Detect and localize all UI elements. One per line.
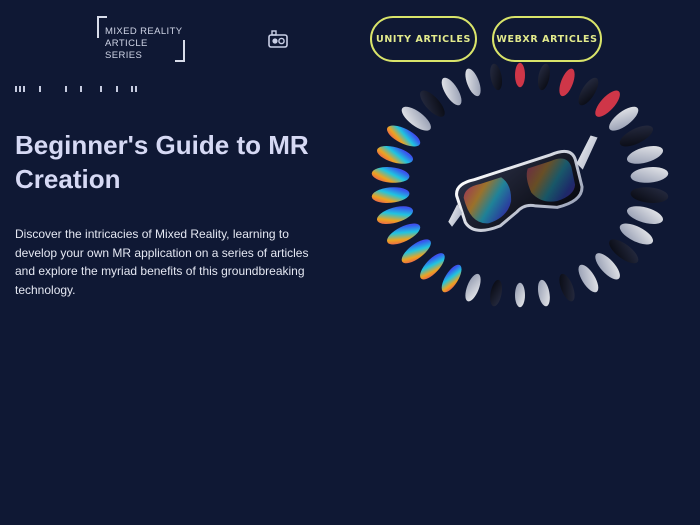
ring-disc — [626, 145, 664, 164]
ring-disc — [578, 264, 599, 293]
ring-disc — [441, 264, 462, 293]
decorative-ticks — [15, 86, 137, 92]
ring-disc — [465, 68, 481, 97]
ring-disc — [371, 187, 410, 203]
ring-disc — [537, 63, 550, 91]
logo-line-2: ARTICLE SERIES — [105, 38, 148, 61]
logo-line-1: MIXED REALITY — [105, 26, 183, 37]
ring-disc — [537, 279, 550, 307]
ring-disc — [578, 77, 599, 106]
ring-disc — [490, 279, 503, 307]
ring-disc — [465, 273, 481, 302]
ring-disc — [559, 273, 575, 302]
ring-disc — [376, 206, 414, 225]
ring-disc — [515, 62, 525, 88]
site-logo[interactable]: MIXED REALITY ARTICLE SERIES — [97, 16, 185, 62]
logo-text: MIXED REALITY ARTICLE SERIES — [105, 26, 183, 62]
ring-disc — [630, 187, 669, 203]
page-title: Beginner's Guide to MR Creation — [15, 130, 309, 194]
ring-disc — [371, 167, 410, 183]
hero-description: Discover the intricacies of Mixed Realit… — [15, 227, 309, 297]
ring-disc — [441, 77, 462, 106]
ring-disc — [376, 145, 414, 164]
vr-headset-icon[interactable] — [266, 28, 290, 52]
ring-disc — [490, 63, 503, 91]
ring-disc — [559, 68, 575, 97]
ring-disc — [515, 282, 525, 308]
ring-disc — [630, 167, 669, 183]
ring-disc — [626, 206, 664, 225]
unity-articles-button[interactable]: UNITY ARTICLES — [370, 16, 477, 62]
hero-artwork — [360, 60, 680, 325]
webxr-articles-button[interactable]: WEBXR ARTICLES — [492, 16, 602, 62]
